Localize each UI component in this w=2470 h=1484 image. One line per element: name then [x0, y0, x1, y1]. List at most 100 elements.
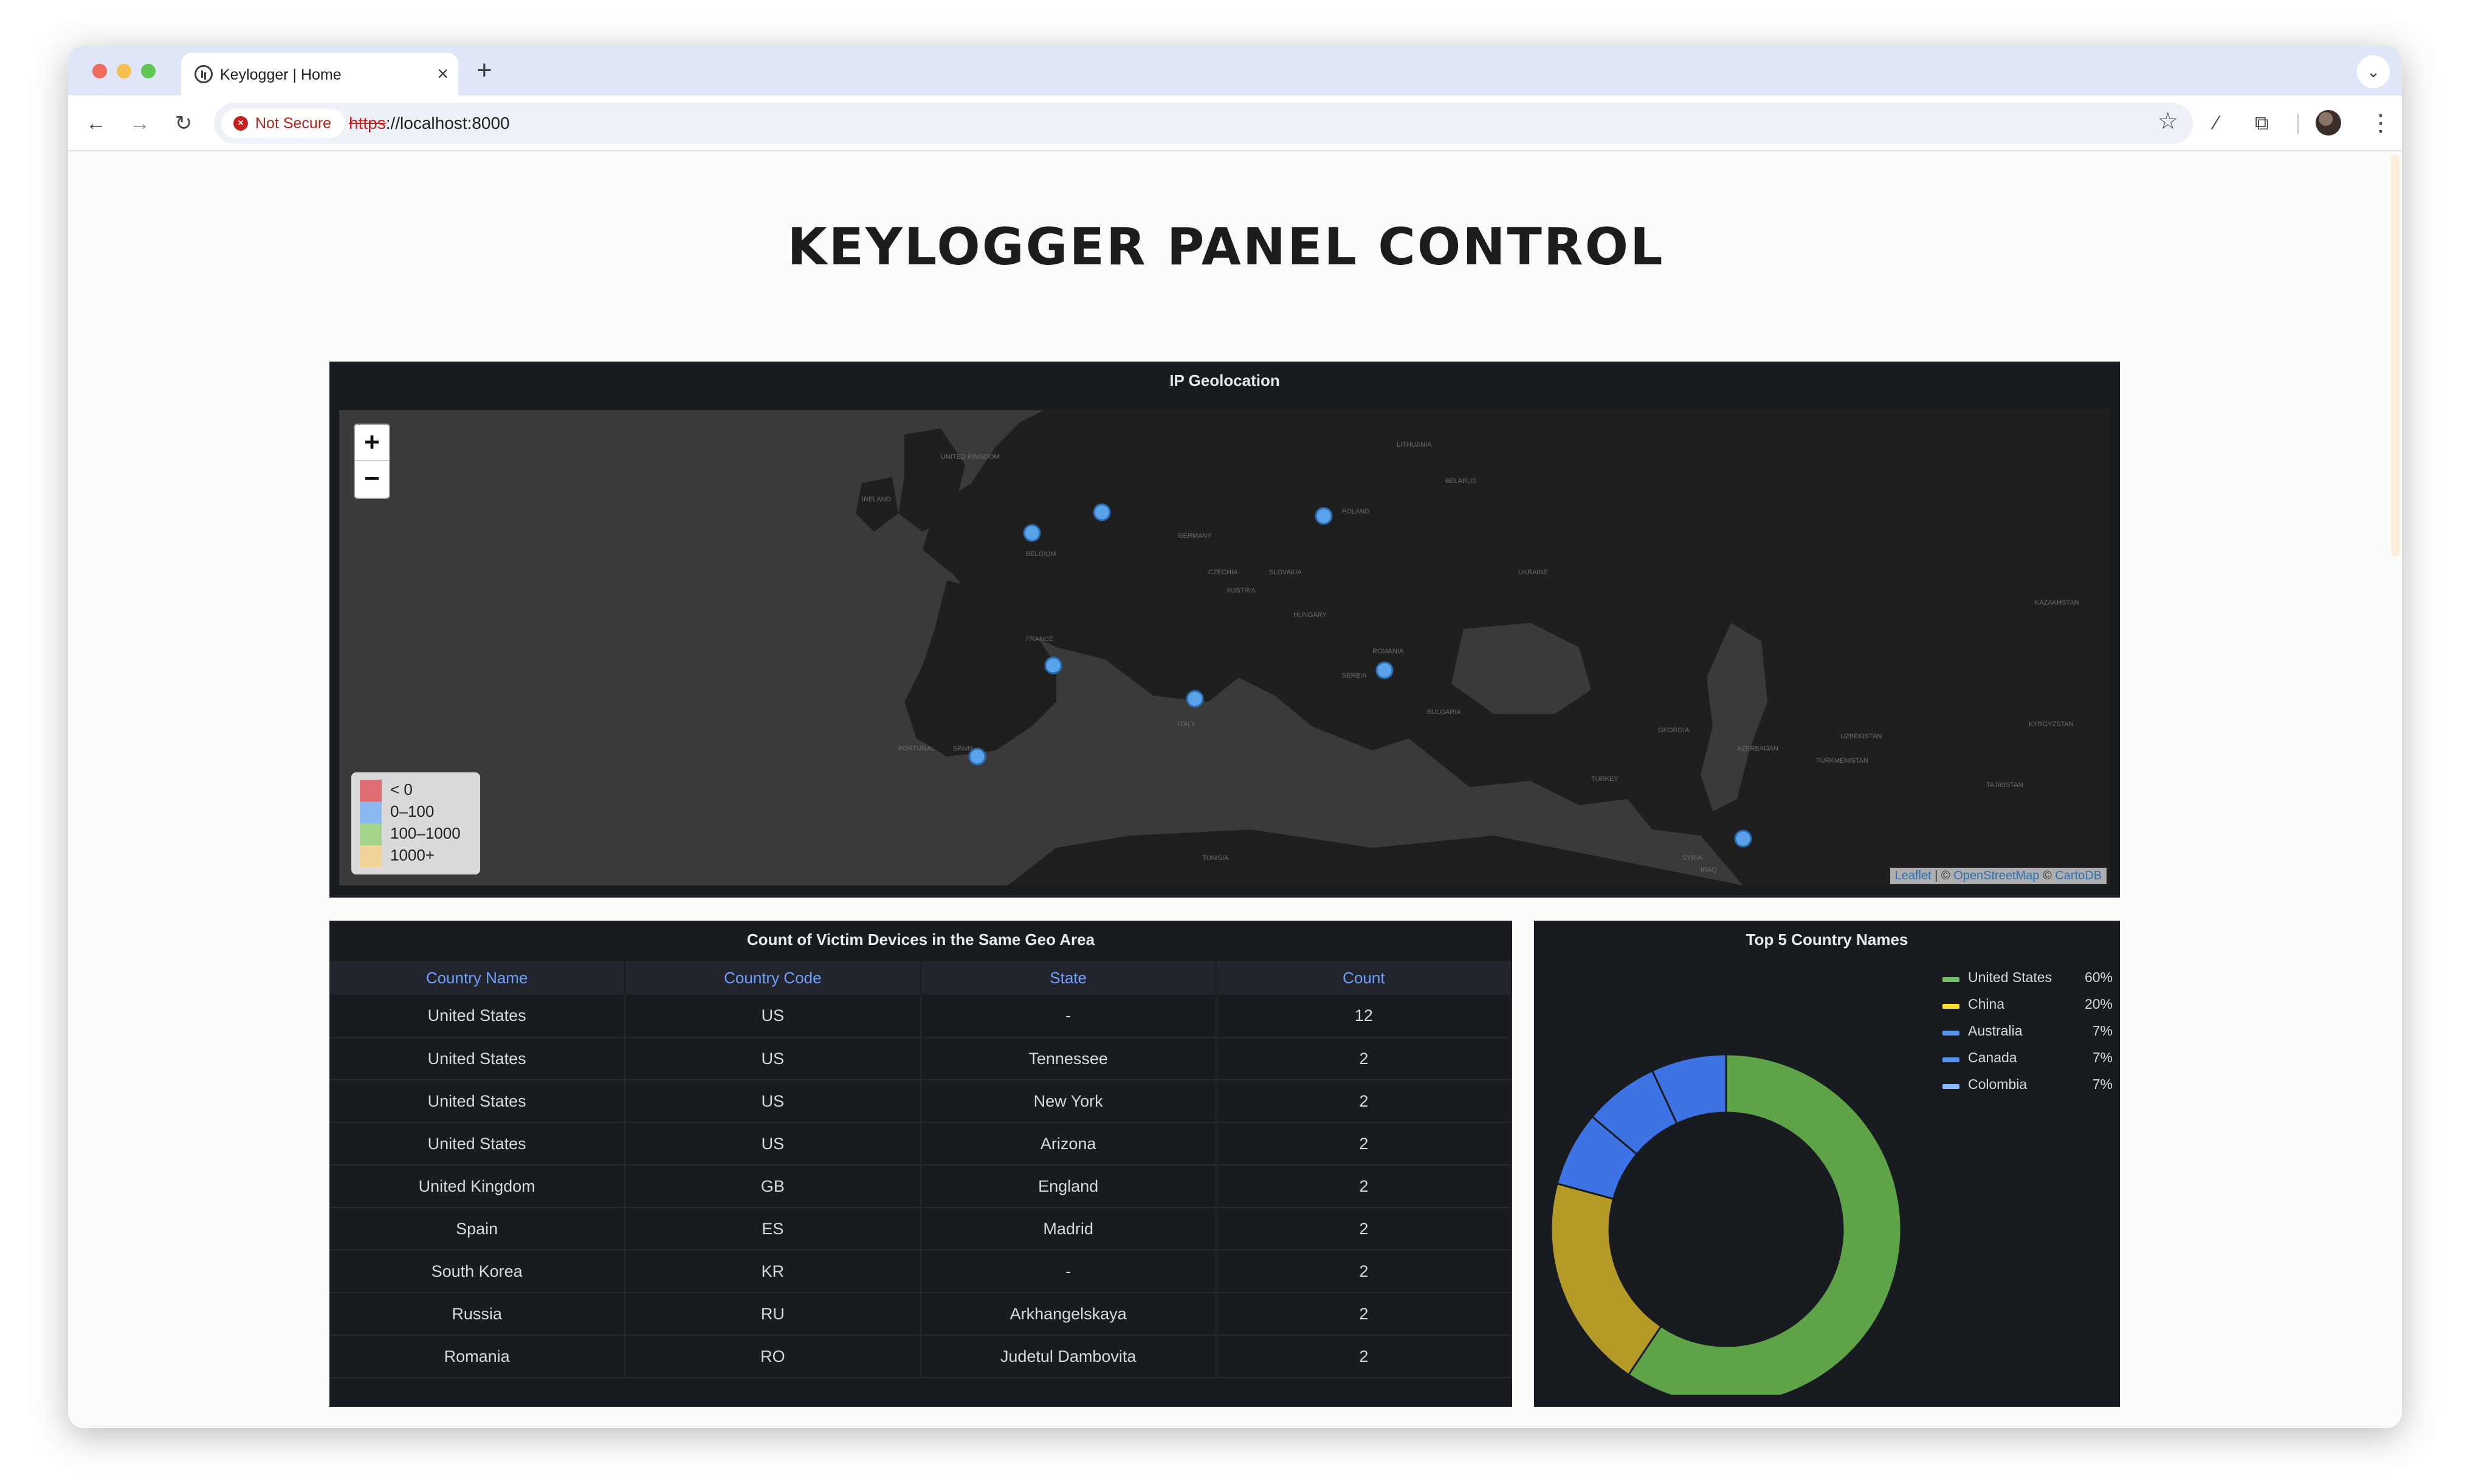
back-arrow-icon[interactable]: ← [80, 108, 112, 139]
ip-geolocation-panel: IP Geolocation UNITED KINGDOM IRELAND BELG… [329, 362, 2120, 898]
panel-title: IP Geolocation [1169, 371, 1280, 390]
column-header-country-code[interactable]: Country Code [625, 961, 921, 995]
legend-item[interactable]: United States 60% [1942, 969, 2113, 996]
geolocation-map[interactable]: UNITED KINGDOM IRELAND BELGIUM GERMANY POLAN… [339, 410, 2110, 885]
security-indicator[interactable]: × Not Secure [221, 109, 345, 138]
panel-title: Count of Victim Devices in the Same Geo … [746, 930, 1095, 949]
legend-row: 100–1000 [360, 823, 472, 845]
legend-name: China [1968, 996, 2005, 1012]
minimize-window-dot[interactable] [117, 64, 131, 78]
table-row: Romania RO Judetul Dambovita 2 [329, 1335, 1513, 1378]
country-label: SPAIN [953, 745, 972, 752]
legend-item[interactable]: Australia 7% [1942, 1023, 2113, 1049]
donut-slice-china[interactable] [1550, 1182, 1663, 1376]
country-label: BELGIUM [1026, 551, 1056, 558]
bookmark-star-icon[interactable]: ☆ [2158, 108, 2178, 135]
leaflet-link[interactable]: Leaflet [1895, 869, 1932, 882]
address-bar[interactable]: × Not Secure https://localhost:8000 ☆ [214, 103, 2193, 144]
country-label: BULGARIA [1427, 709, 1461, 716]
map-marker[interactable] [1186, 690, 1204, 708]
page-scrollbar[interactable] [2391, 155, 2399, 556]
country-label: BELARUS [1445, 478, 1476, 485]
new-tab-button[interactable]: + [476, 55, 492, 86]
cell-state: Tennessee [920, 1037, 1217, 1080]
map-legend: < 0 0–100 100–1000 1000+ [351, 772, 480, 874]
legend-item[interactable]: China 20% [1942, 996, 2113, 1023]
legend-item[interactable]: Canada 7% [1942, 1049, 2113, 1076]
cell-country-name: United States [329, 1122, 626, 1166]
cell-count: 2 [1216, 1293, 1513, 1336]
map-marker[interactable] [968, 747, 986, 766]
map-marker[interactable] [1375, 661, 1394, 679]
cell-state: Arkhangelskaya [920, 1293, 1217, 1336]
cell-state: - [920, 1250, 1217, 1293]
browser-menu-icon[interactable]: ⋮ [2369, 106, 2392, 140]
warning-icon: × [233, 116, 248, 131]
legend-name: Colombia [1968, 1076, 2028, 1092]
forward-arrow-icon[interactable]: → [124, 108, 156, 139]
country-label: UNITED KINGDOM [941, 453, 1000, 461]
column-header-state[interactable]: State [920, 961, 1217, 995]
table-row: United States US Tennessee 2 [329, 1037, 1513, 1080]
country-label: AZERBAIJAN [1737, 745, 1778, 752]
legend-value: 60% [2084, 969, 2113, 985]
extensions-puzzle-icon[interactable]: ⧉ [2255, 109, 2269, 137]
close-window-dot[interactable] [92, 64, 107, 78]
legend-swatch [1942, 1057, 1959, 1062]
column-header-country-name[interactable]: Country Name [329, 961, 626, 995]
donut-chart[interactable] [1546, 969, 1923, 1395]
country-label: IRAQ [1701, 867, 1717, 874]
map-marker[interactable] [1044, 656, 1062, 675]
country-label: ITALY [1178, 721, 1196, 728]
profile-avatar[interactable] [2316, 110, 2341, 136]
map-marker[interactable] [1734, 830, 1752, 848]
cell-count: 2 [1216, 1165, 1513, 1208]
map-marker[interactable] [1093, 503, 1111, 521]
legend-value: 20% [2084, 996, 2113, 1012]
column-header-count[interactable]: Count [1216, 961, 1513, 995]
legend-item[interactable]: Colombia 7% [1942, 1076, 2113, 1103]
country-label: UKRAINE [1518, 569, 1548, 576]
toolbar-divider [2297, 114, 2299, 134]
tab-search-chevron-icon[interactable]: ⌄ [2357, 55, 2390, 88]
extension-feather-icon[interactable]: ⁄ [2215, 109, 2218, 137]
legend-name: Canada [1968, 1049, 2017, 1065]
country-label: GEORGIA [1658, 727, 1690, 734]
legend-swatch [1942, 1031, 1959, 1036]
country-label: ROMANIA [1372, 648, 1404, 655]
cell-country-name: United Kingdom [329, 1165, 626, 1208]
panel-title: Top 5 Country Names [1746, 930, 1908, 949]
url-scheme: https [349, 114, 386, 132]
map-canvas[interactable]: UNITED KINGDOM IRELAND BELGIUM GERMANY POLAN… [339, 410, 2110, 885]
cell-country-code: US [625, 1080, 921, 1123]
country-label: KAZAKHSTAN [2035, 599, 2079, 606]
country-label: TAJIKISTAN [1986, 782, 2023, 789]
legend-label: < 0 [390, 780, 413, 799]
map-marker[interactable] [1023, 524, 1041, 542]
map-marker[interactable] [1315, 507, 1333, 525]
cell-country-name: United States [329, 1080, 626, 1123]
table-row: United States US -12 [329, 995, 1513, 1038]
cell-country-name: Spain [329, 1207, 626, 1251]
cell-count: 2 [1216, 1335, 1513, 1378]
legend-name: United States [1968, 969, 2052, 985]
url-text[interactable]: https://localhost:8000 [349, 114, 510, 133]
cartodb-link[interactable]: CartoDB [2055, 869, 2102, 882]
page-content: KEYLOGGER PANEL CONTROL IP Geolocation U… [68, 151, 2402, 1428]
zoom-in-button[interactable]: + [355, 425, 389, 461]
openstreetmap-link[interactable]: OpenStreetMap [1953, 869, 2039, 882]
donut-slices [1550, 1053, 1902, 1395]
country-label: SYRIA [1682, 854, 1703, 862]
victim-devices-table: Country Name Country Code State Count Un… [329, 961, 1513, 1378]
tab-strip: Keylogger | Home × + ⌄ [68, 46, 2402, 95]
legend-swatch [360, 845, 382, 867]
browser-tab-active[interactable]: Keylogger | Home × [181, 53, 458, 95]
browser-toolbar: ← → ↻ × Not Secure https://localhost:800… [68, 95, 2402, 151]
zoom-out-button[interactable]: − [355, 461, 389, 498]
tab-close-icon[interactable]: × [437, 63, 449, 84]
zoom-window-dot[interactable] [141, 64, 156, 78]
country-label: SERBIA [1342, 672, 1367, 679]
table-row: Russia RU Arkhangelskaya 2 [329, 1293, 1513, 1336]
legend-swatch [360, 802, 382, 823]
reload-icon[interactable]: ↻ [168, 108, 199, 139]
